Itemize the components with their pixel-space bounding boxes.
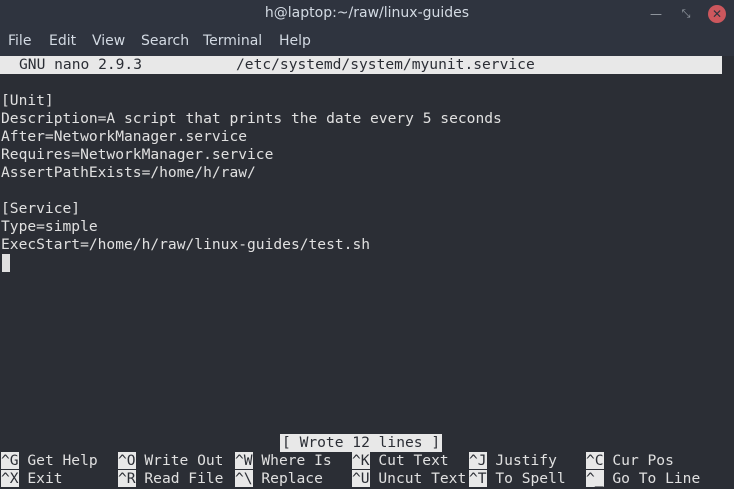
shortcut-label: Justify bbox=[495, 452, 557, 469]
shortcut-key: ^_ bbox=[586, 470, 604, 487]
menu-terminal[interactable]: Terminal bbox=[203, 33, 262, 49]
editor-line[interactable]: ExecStart=/home/h/raw/linux-guides/test.… bbox=[1, 236, 370, 254]
shortcut-key: ^K bbox=[352, 452, 370, 469]
shortcut-cur-pos[interactable]: ^C Cur Pos bbox=[586, 452, 674, 470]
close-button[interactable]: ✕ bbox=[708, 5, 726, 23]
shortcut-label: Write Out bbox=[144, 452, 224, 469]
maximize-button[interactable]: ⤡ bbox=[677, 5, 695, 23]
text-cursor bbox=[2, 254, 10, 272]
shortcut-uncut-text[interactable]: ^U Uncut Text bbox=[352, 470, 466, 488]
shortcut-key: ^\ bbox=[235, 470, 253, 487]
menu-edit[interactable]: Edit bbox=[49, 33, 76, 49]
editor-line[interactable]: After=NetworkManager.service bbox=[1, 128, 247, 146]
shortcut-to-spell[interactable]: ^T To Spell bbox=[469, 470, 566, 488]
shortcut-label: Exit bbox=[27, 470, 63, 487]
shortcut-label: Replace bbox=[261, 470, 323, 487]
shortcut-write-out[interactable]: ^O Write Out bbox=[118, 452, 223, 470]
shortcut-label: Uncut Text bbox=[378, 470, 467, 487]
shortcut-label: Where Is bbox=[261, 452, 332, 469]
terminal-window: h@laptop:~/raw/linux-guides — ⤡ ✕ File E… bbox=[0, 0, 734, 489]
shortcut-key: ^J bbox=[469, 452, 487, 469]
shortcut-label: Cut Text bbox=[378, 452, 449, 469]
terminal-area[interactable]: GNU nano 2.9.3 /etc/systemd/system/myuni… bbox=[0, 56, 722, 489]
shortcut-justify[interactable]: ^J Justify bbox=[469, 452, 557, 470]
minimize-button[interactable]: — bbox=[647, 5, 665, 23]
nano-filename: /etc/systemd/system/myunit.service bbox=[236, 56, 535, 73]
menu-view[interactable]: View bbox=[92, 33, 125, 49]
editor-line[interactable]: Type=simple bbox=[1, 218, 98, 236]
title-bar: h@laptop:~/raw/linux-guides — ⤡ ✕ bbox=[0, 0, 734, 28]
nano-version: GNU nano 2.9.3 bbox=[19, 56, 143, 73]
shortcut-read-file[interactable]: ^R Read File bbox=[118, 470, 223, 488]
shortcut-key: ^C bbox=[586, 452, 604, 469]
shortcut-label: Get Help bbox=[27, 452, 98, 469]
shortcut-key: ^O bbox=[118, 452, 136, 469]
menu-help[interactable]: Help bbox=[279, 33, 311, 49]
shortcut-where-is[interactable]: ^W Where Is bbox=[235, 452, 332, 470]
shortcut-key: ^W bbox=[235, 452, 253, 469]
shortcut-label: Cur Pos bbox=[612, 452, 674, 469]
status-message: [ Wrote 12 lines ] bbox=[280, 434, 443, 452]
scrollbar[interactable] bbox=[722, 56, 734, 489]
shortcut-label: Read File bbox=[144, 470, 224, 487]
nano-header: GNU nano 2.9.3 /etc/systemd/system/myuni… bbox=[0, 56, 722, 74]
shortcut-label: To Spell bbox=[495, 470, 566, 487]
editor-line[interactable]: AssertPathExists=/home/h/raw/ bbox=[1, 164, 256, 182]
editor-line[interactable]: [Service] bbox=[1, 200, 80, 218]
shortcut-key: ^R bbox=[118, 470, 136, 487]
shortcut-key: ^G bbox=[1, 452, 19, 469]
shortcut-label: Go To Line bbox=[612, 470, 701, 487]
menu-search[interactable]: Search bbox=[141, 33, 189, 49]
shortcut-replace[interactable]: ^\ Replace bbox=[235, 470, 323, 488]
shortcut-exit[interactable]: ^X Exit bbox=[1, 470, 63, 488]
shortcut-get-help[interactable]: ^G Get Help bbox=[1, 452, 98, 470]
shortcut-key: ^X bbox=[1, 470, 19, 487]
editor-line[interactable]: Requires=NetworkManager.service bbox=[1, 146, 273, 164]
editor-line[interactable]: Description=A script that prints the dat… bbox=[1, 110, 502, 128]
editor-line[interactable]: [Unit] bbox=[1, 92, 54, 110]
shortcut-go-to-line[interactable]: ^_ Go To Line bbox=[586, 470, 700, 488]
menu-file[interactable]: File bbox=[8, 33, 31, 49]
window-title: h@laptop:~/raw/linux-guides bbox=[264, 5, 470, 21]
menu-bar: File Edit View Search Terminal Help bbox=[0, 30, 734, 54]
shortcut-key: ^U bbox=[352, 470, 370, 487]
shortcut-key: ^T bbox=[469, 470, 487, 487]
shortcut-cut-text[interactable]: ^K Cut Text bbox=[352, 452, 449, 470]
